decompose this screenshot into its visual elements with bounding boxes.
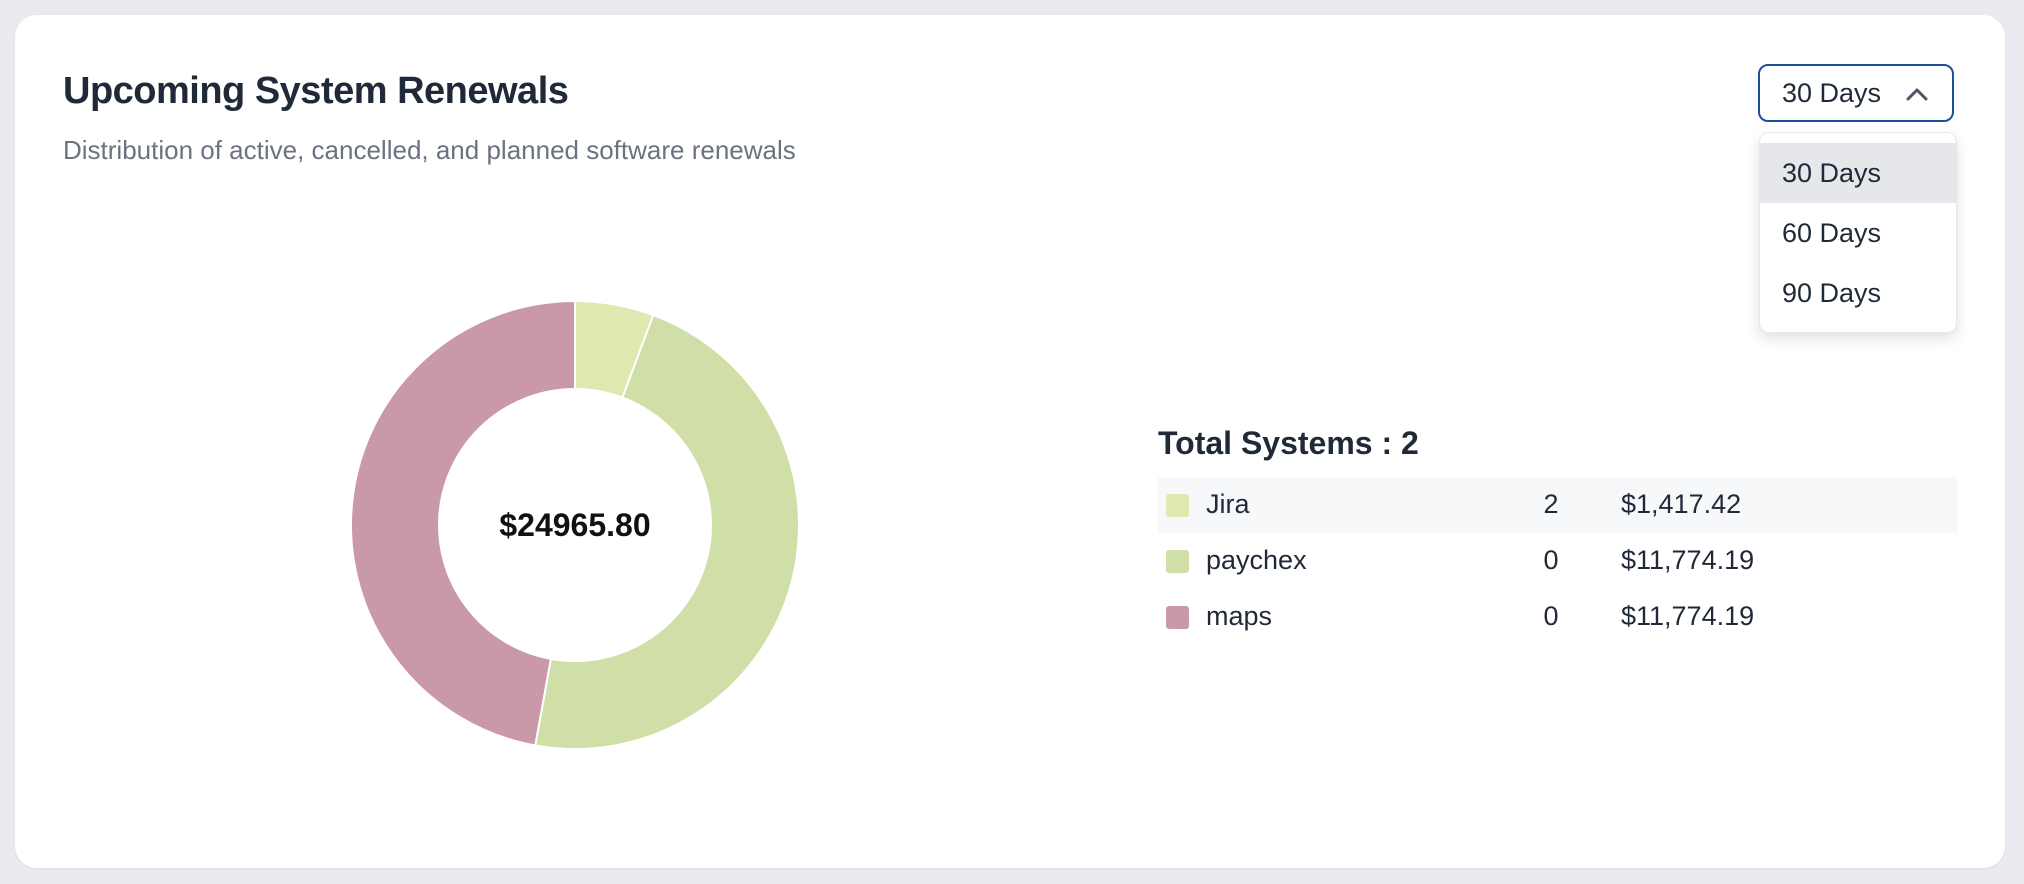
legend-swatch xyxy=(1166,606,1189,629)
legend-name: paychex xyxy=(1206,545,1307,575)
period-option-90[interactable]: 90 Days xyxy=(1760,263,1956,323)
legend-count: 0 xyxy=(1543,545,1559,575)
page-title: Upcoming System Renewals xyxy=(63,70,569,112)
legend-row[interactable]: Jira 2 $1,417.42 xyxy=(1158,477,1958,533)
donut-chart: $24965.80 xyxy=(345,295,805,755)
legend-amount: $11,774.19 xyxy=(1621,545,1755,575)
legend-amount: $11,774.19 xyxy=(1621,601,1755,631)
legend-row[interactable]: paychex 0 $11,774.19 xyxy=(1158,533,1958,589)
renewals-card: Upcoming System Renewals Distribution of… xyxy=(15,15,2005,868)
period-select-value: 30 Days xyxy=(1782,78,1882,108)
legend-amount: $1,417.42 xyxy=(1621,489,1742,519)
legend: Jira 2 $1,417.42 paychex 0 $11,774.19 ma… xyxy=(1158,477,1958,645)
legend-swatch xyxy=(1166,550,1189,573)
legend-swatch xyxy=(1166,494,1189,517)
legend-name: maps xyxy=(1206,601,1273,631)
legend-count: 0 xyxy=(1543,601,1559,631)
period-dropdown-menu: 30 Days 60 Days 90 Days xyxy=(1759,132,1957,333)
donut-center-value: $24965.80 xyxy=(499,507,651,543)
legend-name: Jira xyxy=(1206,489,1250,519)
period-option-30[interactable]: 30 Days xyxy=(1760,143,1956,203)
chevron-up-icon xyxy=(1906,88,1928,101)
period-option-60[interactable]: 60 Days xyxy=(1760,203,1956,263)
page-subtitle: Distribution of active, cancelled, and p… xyxy=(63,135,796,165)
period-select[interactable]: 30 Days xyxy=(1758,64,1954,122)
legend-count: 2 xyxy=(1543,489,1559,519)
total-systems: Total Systems : 2 xyxy=(1158,425,1419,461)
legend-row[interactable]: maps 0 $11,774.19 xyxy=(1158,589,1958,645)
